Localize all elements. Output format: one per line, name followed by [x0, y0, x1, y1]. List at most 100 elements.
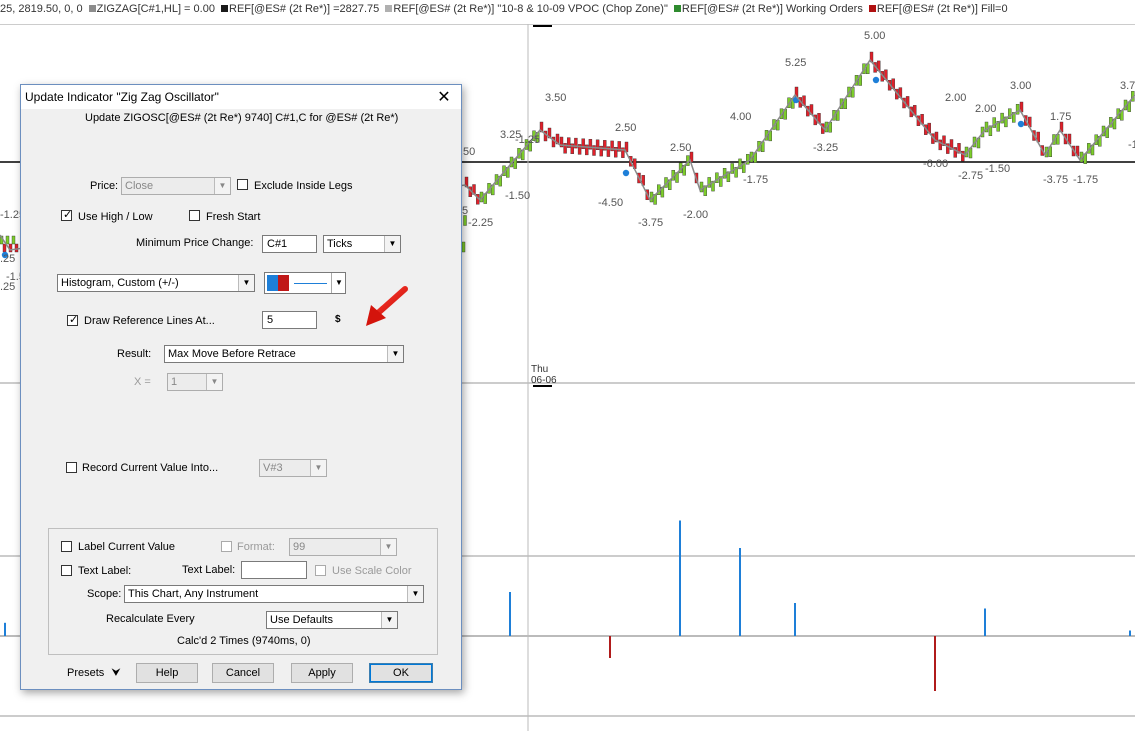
min-price-unit-select[interactable]: Ticks ▼ [323, 235, 401, 253]
renko-brick [14, 243, 19, 253]
swing-label: 2.00 [945, 92, 966, 104]
recalculate-label: Recalculate Every [106, 613, 195, 625]
scope-select[interactable]: This Chart, Any Instrument ▼ [124, 585, 424, 603]
result-label: Result: [117, 348, 152, 360]
swing-label: -2.00 [683, 209, 708, 221]
legend-swatch [868, 5, 876, 12]
swing-label: 1.75 [1050, 111, 1071, 123]
presets-label: Presets [67, 667, 105, 679]
use-high-low-checkbox[interactable]: ✓ [61, 209, 73, 221]
swing-label: -3.75 [1043, 174, 1068, 186]
status-segment: REF[@ES# (2t Re*)] Fill=0 [876, 3, 1008, 15]
format-select[interactable]: 99 ▼ [289, 538, 397, 556]
min-price-change-label: Minimum Price Change: [136, 237, 254, 249]
draw-ref-lines-label: Draw Reference Lines At... [84, 315, 215, 327]
swing-label: -2.75 [958, 170, 983, 182]
dialog-title: Update Indicator "Zig Zag Oscillator" [25, 90, 219, 104]
swing-label: -1.25 [515, 134, 540, 146]
legend-swatch [221, 5, 228, 12]
plot-style-select[interactable]: Histogram, Custom (+/-) ▼ [57, 274, 255, 292]
x-select[interactable]: 1 ▼ [167, 373, 223, 391]
result-value: Max Move Before Retrace [168, 348, 296, 360]
renko-brick [2, 243, 7, 253]
presets-menu[interactable]: Presets ⮟ [67, 667, 121, 680]
swing-label: 3.50 [545, 92, 566, 104]
oscillator-bar [679, 520, 681, 636]
format-value: 99 [293, 541, 306, 553]
exclude-inside-legs-label: Exclude Inside Legs [254, 180, 353, 192]
min-price-unit-value: Ticks [327, 238, 353, 250]
swing-label: 3.7 [1120, 80, 1135, 92]
oscillator-bar [984, 608, 986, 636]
positive-color-swatch [267, 275, 278, 291]
x-value: 1 [171, 376, 178, 388]
record-value-select[interactable]: V#3 ▼ [259, 459, 327, 477]
x-label: X = [134, 376, 151, 388]
date-label-day: Thu [531, 364, 548, 375]
legend-swatch [673, 5, 681, 12]
record-value-value: V#3 [263, 462, 283, 474]
status-segment: 25, 2819.50, 0, 0 [0, 3, 86, 15]
chevron-down-icon: ▼ [310, 460, 326, 476]
text-label-field-label: Text Label: [182, 564, 236, 576]
format-checkbox[interactable] [221, 541, 232, 552]
use-scale-color-checkbox[interactable] [315, 565, 326, 576]
scope-value: This Chart, Any Instrument [128, 588, 259, 600]
help-button[interactable]: Help [136, 663, 198, 683]
status-segment: REF[@ES# (2t Re*)] =2827.75 [229, 3, 383, 15]
swing-label: -1.75 [743, 174, 768, 186]
chevron-down-icon: ▼ [206, 374, 222, 390]
swing-label: .25 [0, 281, 15, 293]
plot-style-value: Histogram, Custom (+/-) [61, 277, 179, 289]
dialog-titlebar[interactable]: Update Indicator "Zig Zag Oscillator" ✕ [21, 85, 461, 109]
swing-label: -1.50 [985, 163, 1010, 175]
scope-label: Scope: [87, 588, 122, 600]
legend-swatch [385, 5, 393, 12]
chevron-down-icon: ▼ [380, 539, 396, 555]
pivot-dot [622, 169, 630, 177]
close-icon[interactable]: ✕ [437, 87, 451, 106]
exclude-inside-legs-checkbox[interactable] [237, 179, 248, 190]
status-segment: REF[@ES# (2t Re*)] Working Orders [681, 3, 866, 15]
ref-lines-input[interactable]: 5 [262, 311, 317, 329]
record-value-label: Record Current Value Into... [82, 462, 219, 474]
recalculate-select[interactable]: Use Defaults ▼ [266, 611, 398, 629]
line-style-icon [294, 283, 327, 284]
oscillator-bar [609, 636, 611, 658]
format-label: Format: [237, 541, 275, 553]
chevron-down-icon: ▼ [214, 178, 230, 194]
date-label-date: 06-06 [531, 375, 557, 386]
check-icon: ✓ [63, 209, 73, 221]
ok-button[interactable]: OK [369, 663, 433, 683]
min-price-change-input[interactable]: C#1 [262, 235, 317, 253]
swing-label: 5 [462, 205, 468, 217]
renko-brick [5, 235, 10, 245]
oscillator-bar [934, 636, 936, 691]
oscillator-bar [1129, 630, 1131, 636]
color-style-picker[interactable]: ▼ [264, 272, 346, 294]
chevron-down-icon: ▼ [407, 586, 423, 602]
text-label-checkbox[interactable] [61, 565, 72, 576]
apply-button[interactable]: Apply [291, 663, 353, 683]
dialog-subtitle: Update ZIGOSC[@ES# (2t Re*) 9740] C#1,C … [85, 112, 399, 124]
label-current-value-checkbox[interactable] [61, 541, 72, 552]
ref-lines-value: 5 [267, 314, 274, 326]
oscillator-bar [4, 622, 6, 636]
text-label-input[interactable] [241, 561, 307, 579]
swing-label: -1.50 [505, 190, 530, 202]
result-select[interactable]: Max Move Before Retrace ▼ [164, 345, 404, 363]
fresh-start-checkbox[interactable] [189, 210, 200, 221]
draw-ref-lines-checkbox[interactable]: ✓ [67, 314, 78, 326]
swing-label: -3.25 [813, 142, 838, 154]
use-high-low-label: Use High / Low [78, 211, 153, 223]
oscillator-bar [739, 548, 741, 636]
swing-label: -1.75 [1073, 174, 1098, 186]
chevron-down-icon: ⮟ [111, 667, 121, 679]
fresh-start-label: Fresh Start [206, 211, 261, 223]
price-select[interactable]: Close ▼ [121, 177, 231, 195]
record-value-checkbox[interactable] [66, 462, 77, 473]
swing-label: 5.00 [864, 30, 885, 42]
negative-color-swatch [278, 275, 289, 291]
cancel-button[interactable]: Cancel [212, 663, 274, 683]
swing-label: -2.25 [468, 217, 493, 229]
